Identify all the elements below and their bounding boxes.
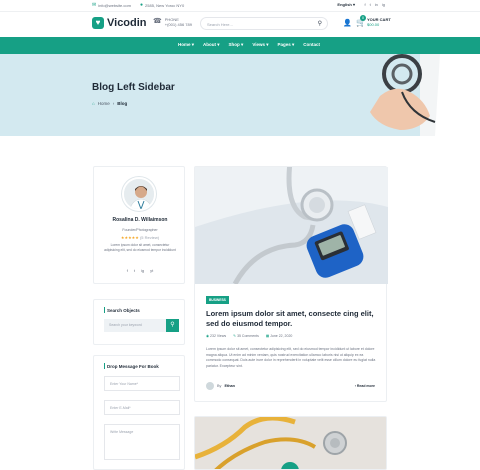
nav-item-shop[interactable]: Shop ▾ [229, 42, 244, 48]
breadcrumb-separator: › [112, 101, 115, 106]
location-icon: ● [140, 2, 144, 8]
topbar-social: f t in ig [365, 2, 386, 7]
email-text: info@website.com [98, 2, 131, 8]
mail-icon: ✉ [92, 2, 97, 8]
message-placeholder: Write Message [110, 430, 134, 434]
post-title[interactable]: Lorem ipsum dolor sit amet, consecte cin… [206, 309, 376, 329]
phone-block: ☎ PHONE +(001) 456 789 [153, 17, 192, 27]
blog-post-2 [194, 416, 387, 470]
author-avatar [206, 382, 214, 390]
cart-summary[interactable]: YOUR CART $00.00 [367, 17, 391, 27]
breadcrumb: ⌂ Home › Blog [92, 101, 127, 106]
twitter-icon[interactable]: t [370, 2, 371, 7]
twitter-icon[interactable]: t [134, 268, 135, 273]
linkedin-icon[interactable]: in [375, 2, 378, 7]
topbar-address: ● 2585, New Yoroc NY0 [140, 2, 184, 8]
instagram-icon[interactable]: ig [141, 268, 144, 273]
author-name[interactable]: Ethan [224, 384, 235, 388]
message-widget: Drop Message For Book Enter Your Name* E… [93, 355, 185, 470]
read-more-link[interactable]: › Read more [355, 384, 375, 388]
name-field[interactable]: Enter Your Name* [104, 376, 180, 391]
rating-stars: ★★★★★ [120, 235, 139, 240]
phone-icon: ☎ [153, 18, 162, 25]
widget-title: Search Objects [104, 307, 140, 313]
sidebar-search-placeholder: Search your keyword [109, 323, 142, 327]
widget-title: Drop Message For Book [104, 363, 159, 369]
logo[interactable]: ♥ Vicodin [92, 17, 147, 29]
heart-logo-icon: ♥ [92, 17, 104, 29]
post-image-2[interactable] [195, 417, 386, 469]
top-bar: ✉ info@website.com ● 2585, New Yoroc NY0… [0, 0, 480, 12]
cart-count-badge: 0 [360, 15, 366, 21]
author-prefix: By [217, 384, 222, 388]
post-excerpt: Lorem ipsum dolor sit amet, consectetur … [206, 347, 376, 368]
blog-post: BUSINESS Lorem ipsum dolor sit amet, con… [194, 166, 388, 402]
nav-item-views[interactable]: Views ▾ [252, 42, 268, 48]
post-date: ▦ June 22, 2020 [265, 334, 293, 338]
search-widget: Search Objects Search your keyword ⚲ [93, 299, 185, 345]
eye-icon: ◉ [206, 334, 210, 338]
email-field[interactable]: Enter E-Mail* [104, 400, 180, 415]
author-rating: ★★★★★ (5 Review) [94, 235, 186, 240]
search-placeholder: Search Here... [207, 22, 233, 27]
page-title: Blog Left Sidebar [92, 82, 175, 93]
search-icon: ⚲ [170, 322, 175, 328]
language-label: English [337, 2, 352, 7]
youtube-icon[interactable]: yt [150, 268, 153, 273]
phone-number[interactable]: +(001) 456 789 [165, 22, 192, 27]
author-name: Rosalina D. Willaimson [112, 217, 168, 223]
language-selector[interactable]: English ▾ [337, 2, 355, 7]
post-meta: ◉ 232 Views ✎ 35 Comments ▦ June 22, 202… [206, 334, 292, 338]
title-accent-bar [104, 363, 105, 369]
author-bio: Lorem ipsum dolor sit amet, consectetur … [104, 243, 176, 252]
page-hero: Blog Left Sidebar ⌂ Home › Blog [0, 54, 480, 136]
topbar-email[interactable]: ✉ info@website.com [92, 2, 131, 8]
cart-amount: $00.00 [367, 22, 380, 27]
author-avatar [122, 177, 156, 211]
main-nav: Home ▾ About ▾ Shop ▾ Views ▾ Pages ▾ Co… [0, 37, 480, 54]
name-placeholder: Enter Your Name* [110, 382, 139, 386]
calendar-icon: ▦ [265, 334, 270, 338]
arrow-icon: › [354, 384, 356, 388]
post-comments[interactable]: ✎ 35 Comments [233, 334, 259, 338]
post-category-tag[interactable]: BUSINESS [206, 296, 229, 304]
search-icon[interactable]: ⚲ [318, 20, 322, 27]
sidebar-search-input[interactable]: Search your keyword [104, 319, 166, 332]
nav-item-contact[interactable]: Contact [303, 42, 320, 48]
nav-item-about[interactable]: About ▾ [203, 42, 220, 48]
site-header: ♥ Vicodin ☎ PHONE +(001) 456 789 Search … [0, 12, 480, 37]
logo-text: Vicodin [107, 17, 147, 29]
author-role: Founder/Photographer [122, 228, 158, 232]
email-placeholder: Enter E-Mail* [110, 406, 131, 410]
author-social: f t ig yt [94, 268, 186, 273]
breadcrumb-current: Blog [117, 101, 128, 106]
title-accent-bar [104, 307, 105, 313]
post-image[interactable] [195, 167, 388, 284]
nav-item-pages[interactable]: Pages ▾ [278, 42, 295, 48]
sidebar-search-button[interactable]: ⚲ [166, 319, 179, 332]
address-text: 2585, New Yoroc NY0 [145, 2, 185, 8]
doctor-stethoscope-image [370, 54, 480, 136]
breadcrumb-home[interactable]: Home [98, 101, 110, 106]
message-textarea[interactable]: Write Message [104, 424, 180, 460]
home-icon: ⌂ [92, 101, 95, 106]
rating-reviews: (5 Review) [139, 235, 160, 240]
facebook-icon[interactable]: f [365, 2, 366, 7]
header-search-input[interactable]: Search Here... ⚲ [200, 17, 328, 30]
user-icon[interactable]: 👤 [343, 19, 352, 27]
instagram-icon[interactable]: ig [382, 2, 385, 7]
nav-item-home[interactable]: Home ▾ [178, 42, 194, 48]
facebook-icon[interactable]: f [127, 268, 128, 273]
author-widget: Rosalina D. Willaimson Founder/Photograp… [93, 166, 185, 284]
post-author: By Ethan [206, 382, 235, 390]
comment-icon: ✎ [233, 334, 237, 338]
post-views: ◉ 232 Views [206, 334, 227, 338]
